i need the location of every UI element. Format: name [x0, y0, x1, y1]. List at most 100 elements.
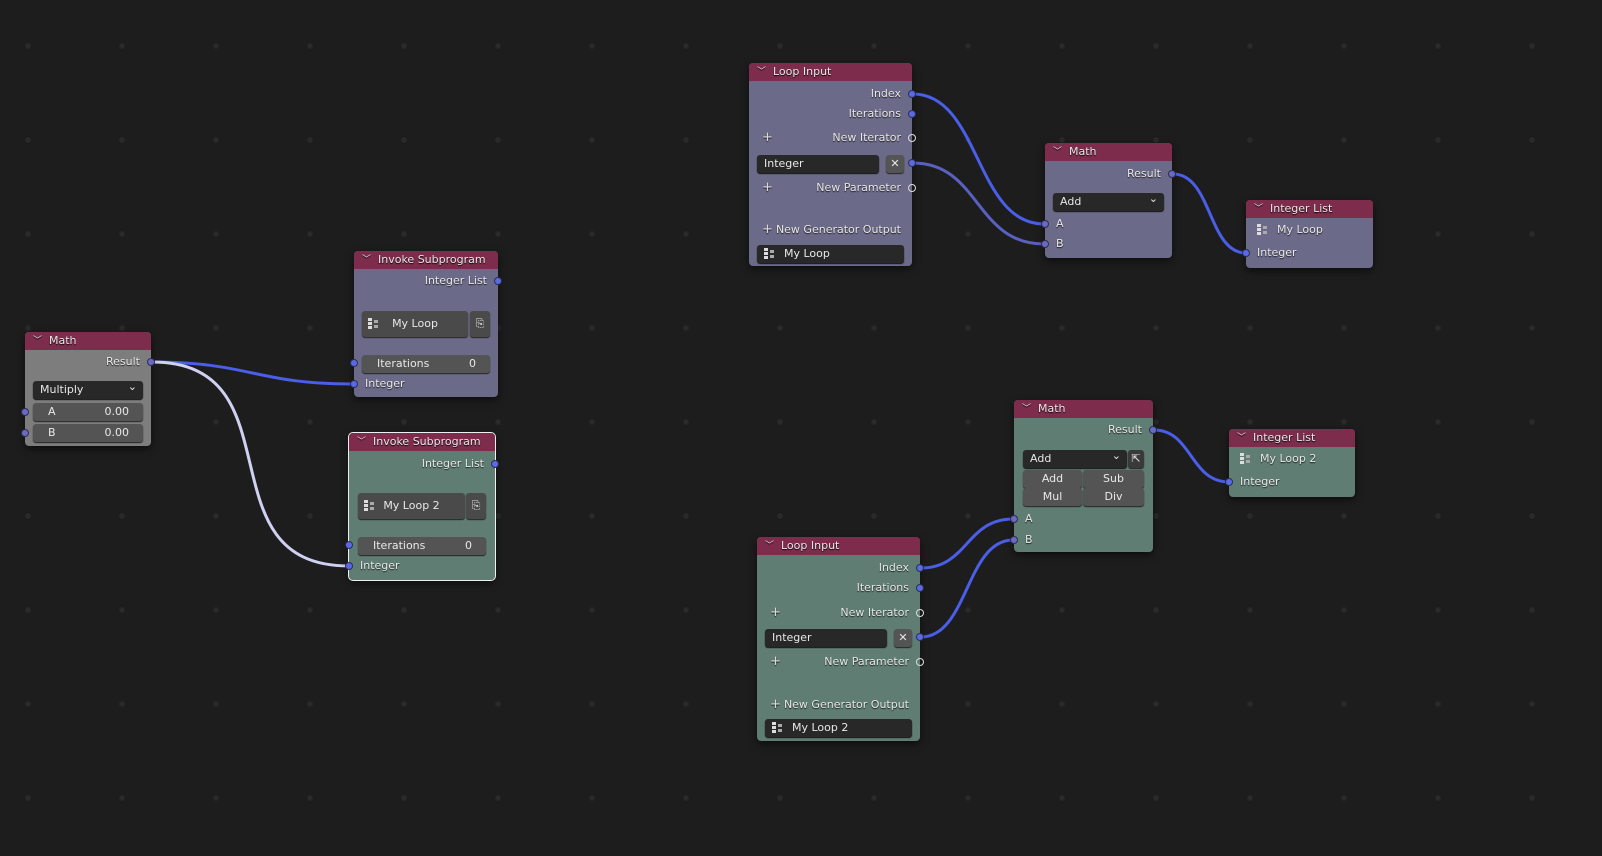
- node-header[interactable]: ﹀ Integer List: [1246, 200, 1373, 218]
- virtual-socket[interactable]: [916, 609, 924, 617]
- new-generator-row[interactable]: + New Generator Output: [749, 221, 912, 239]
- collapse-chevron-icon[interactable]: ﹀: [1053, 143, 1062, 161]
- plus-icon[interactable]: +: [762, 129, 773, 147]
- input-socket[interactable]: [350, 380, 358, 388]
- iterations-field[interactable]: Iterations 0: [358, 537, 486, 555]
- input-socket[interactable]: [1041, 220, 1049, 228]
- invoke-subprogram-node-2[interactable]: ﹀ Invoke Subprogram Integer List My Loop …: [345, 432, 499, 581]
- operation-dropdown[interactable]: Add: [1023, 447, 1127, 468]
- integer-list-node-2[interactable]: ﹀ Integer List My Loop 2 Integer: [1225, 429, 1355, 497]
- output-socket[interactable]: [491, 460, 499, 468]
- input-socket[interactable]: [345, 562, 353, 570]
- node-title: Invoke Subprogram: [373, 435, 481, 448]
- node-tree-icon: [764, 248, 776, 260]
- operation-dropdown[interactable]: Add: [1053, 190, 1164, 211]
- field-value: Integer: [764, 157, 804, 170]
- subprogram-selector[interactable]: My Loop 2: [358, 493, 465, 519]
- swap-icon: ⇱: [1131, 452, 1141, 465]
- collapse-chevron-icon[interactable]: ﹀: [1022, 400, 1031, 418]
- input-socket[interactable]: [1225, 478, 1233, 486]
- loop-name-field[interactable]: My Loop 2: [765, 719, 912, 737]
- output-socket[interactable]: [916, 584, 924, 592]
- collapse-chevron-icon[interactable]: ﹀: [33, 332, 42, 350]
- node-header[interactable]: ﹀ Invoke Subprogram: [349, 433, 495, 451]
- collapse-chevron-icon[interactable]: ﹀: [1254, 200, 1263, 218]
- plus-icon[interactable]: +: [762, 179, 773, 197]
- output-socket[interactable]: [494, 277, 502, 285]
- field-label: Iterations: [377, 357, 430, 370]
- math-node-multiply[interactable]: ﹀ Math Result Multiply A 0.00 B 0.00: [21, 332, 155, 446]
- subprogram-selector[interactable]: My Loop: [362, 311, 468, 337]
- dropdown-value: Multiply: [40, 383, 84, 396]
- input-socket-a[interactable]: [21, 408, 29, 416]
- loop-name-field[interactable]: My Loop: [757, 245, 904, 263]
- quick-op-sub[interactable]: Sub: [1083, 470, 1144, 488]
- operation-dropdown[interactable]: Multiply: [33, 378, 143, 399]
- invoke-subprogram-node-1[interactable]: ﹀ Invoke Subprogram Integer List My Loop …: [350, 251, 502, 397]
- input-socket[interactable]: [1010, 536, 1018, 544]
- collapse-chevron-icon[interactable]: ﹀: [765, 537, 774, 555]
- plus-icon[interactable]: +: [762, 221, 773, 239]
- new-iterator-row[interactable]: + New Iterator: [749, 129, 916, 147]
- node-header[interactable]: ﹀ Math: [1045, 143, 1172, 161]
- input-socket[interactable]: [1041, 240, 1049, 248]
- output-index: Index: [749, 85, 916, 103]
- plus-icon[interactable]: +: [770, 696, 781, 714]
- input-socket-b[interactable]: [21, 429, 29, 437]
- input-socket[interactable]: [1242, 249, 1250, 257]
- loop-reference: My Loop: [1246, 221, 1373, 239]
- input-socket-iterations[interactable]: [350, 359, 358, 367]
- input-socket-iterations[interactable]: [345, 541, 353, 549]
- quick-op-div[interactable]: Div: [1083, 488, 1144, 506]
- new-iterator-row[interactable]: + New Iterator: [757, 604, 924, 622]
- new-generator-row[interactable]: + New Generator Output: [757, 696, 920, 714]
- remove-parameter-button[interactable]: ✕: [886, 155, 904, 173]
- iterations-field[interactable]: Iterations 0: [362, 355, 490, 373]
- output-socket[interactable]: [908, 90, 916, 98]
- plus-icon[interactable]: +: [770, 653, 781, 671]
- plus-icon[interactable]: +: [770, 604, 781, 622]
- input-socket[interactable]: [1010, 515, 1018, 523]
- a-value-field[interactable]: A 0.00: [33, 403, 143, 421]
- remove-parameter-button[interactable]: ✕: [894, 629, 912, 647]
- quick-op-mul[interactable]: Mul: [1023, 488, 1082, 506]
- node-header[interactable]: ﹀ Math: [1014, 400, 1153, 418]
- socket-label: Index: [878, 561, 909, 574]
- virtual-socket[interactable]: [916, 658, 924, 666]
- collapse-chevron-icon[interactable]: ﹀: [1237, 429, 1246, 447]
- new-subprogram-button[interactable]: ⎘: [470, 311, 490, 337]
- collapse-chevron-icon[interactable]: ﹀: [357, 433, 366, 451]
- parameter-name-field[interactable]: Integer: [765, 629, 887, 647]
- node-header[interactable]: ﹀ Math: [25, 332, 151, 350]
- node-header[interactable]: ﹀ Loop Input: [757, 537, 920, 555]
- virtual-socket[interactable]: [908, 134, 916, 142]
- output-socket[interactable]: [1168, 170, 1176, 178]
- node-header[interactable]: ﹀ Integer List: [1229, 429, 1355, 447]
- node-header[interactable]: ﹀ Loop Input: [749, 63, 912, 81]
- input-integer: Integer: [350, 375, 498, 393]
- output-socket-integer[interactable]: [916, 633, 924, 641]
- output-socket[interactable]: [1149, 426, 1157, 434]
- output-result: Result: [25, 353, 155, 371]
- swap-button[interactable]: ⇱: [1128, 450, 1144, 468]
- loop-input-node-2[interactable]: ﹀ Loop Input Index Iterations + New Iterat…: [757, 537, 924, 741]
- new-subprogram-button[interactable]: ⎘: [466, 493, 486, 519]
- output-socket-integer[interactable]: [908, 159, 916, 167]
- virtual-socket[interactable]: [908, 184, 916, 192]
- integer-list-node-1[interactable]: ﹀ Integer List My Loop Integer: [1242, 200, 1373, 268]
- output-socket[interactable]: [908, 110, 916, 118]
- output-socket[interactable]: [147, 358, 155, 366]
- quick-op-add[interactable]: Add: [1023, 470, 1082, 488]
- new-parameter-row[interactable]: + New Parameter: [757, 653, 924, 671]
- collapse-chevron-icon[interactable]: ﹀: [757, 63, 766, 81]
- collapse-chevron-icon[interactable]: ﹀: [362, 251, 371, 269]
- math-node-add-1[interactable]: ﹀ Math Result Add A B: [1041, 143, 1176, 258]
- output-socket[interactable]: [916, 564, 924, 572]
- loop-input-node-1[interactable]: ﹀ Loop Input Index Iterations + New Iterat…: [749, 63, 916, 266]
- b-value-field[interactable]: B 0.00: [33, 424, 143, 442]
- link-loop1-index-to-math-a: [912, 92, 1045, 226]
- node-header[interactable]: ﹀ Invoke Subprogram: [354, 251, 498, 269]
- new-parameter-row[interactable]: + New Parameter: [749, 179, 916, 197]
- parameter-name-field[interactable]: Integer: [757, 155, 879, 173]
- math-node-add-2[interactable]: ﹀ Math Result Add ⇱ Add Sub Mul Div A B: [1010, 400, 1157, 552]
